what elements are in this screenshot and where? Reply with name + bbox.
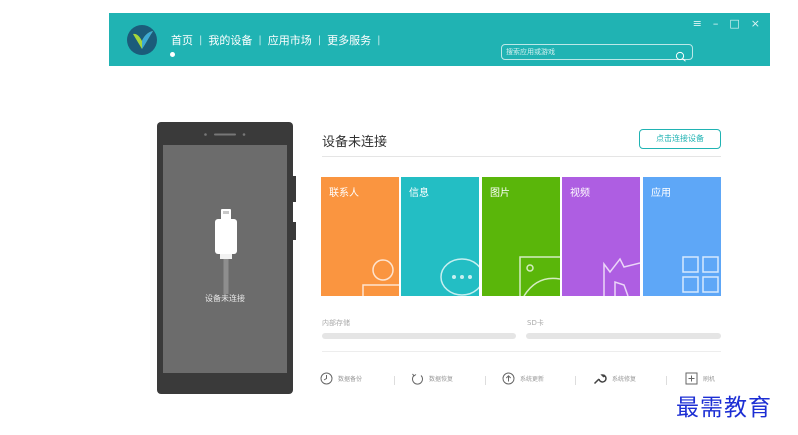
system-update-button[interactable]: 系统更新: [502, 372, 544, 385]
device-status-title: 设备未连接: [322, 135, 388, 150]
apps-grid-icon: [682, 256, 719, 293]
tool-separator: [575, 376, 576, 385]
tool-label: 数据恢复: [429, 376, 454, 383]
flash-icon: [685, 372, 698, 385]
tool-label: 刷机: [703, 376, 716, 383]
nav-home[interactable]: 首页: [165, 32, 199, 48]
maximize-icon[interactable]: □: [729, 18, 739, 30]
picture-icon: [519, 256, 560, 296]
tile-pictures[interactable]: 图片: [482, 177, 560, 296]
wrench-icon: [593, 374, 607, 385]
phone-side-button: [293, 222, 296, 240]
clock-icon: [320, 372, 333, 385]
divider: [322, 351, 721, 352]
flash-rom-button[interactable]: 刷机: [685, 372, 715, 385]
data-backup-button[interactable]: 数据备份: [320, 372, 362, 385]
data-restore-button[interactable]: 数据恢复: [411, 372, 453, 385]
update-icon: [502, 372, 515, 385]
phone-speaker-icon: [204, 133, 246, 136]
system-repair-button[interactable]: 系统修复: [593, 372, 636, 385]
search-box: [501, 44, 693, 62]
tile-videos[interactable]: 视频: [562, 177, 640, 296]
internal-storage-label: 内部存储: [322, 319, 350, 327]
sd-card-label: SD卡: [527, 319, 544, 327]
message-bubble-icon: [440, 258, 479, 296]
search-icon[interactable]: [675, 47, 687, 66]
top-bar: 首页 | 我的设备 | 应用市场 | 更多服务 | ≡ – □ ×: [109, 13, 770, 66]
search-input[interactable]: [506, 46, 666, 58]
main-nav: 首页 | 我的设备 | 应用市场 | 更多服务 |: [165, 32, 381, 48]
nav-more-services[interactable]: 更多服务: [321, 32, 377, 48]
watermark-text: 最需教育: [676, 395, 772, 421]
tile-apps[interactable]: 应用: [643, 177, 721, 296]
phone-side-button: [293, 176, 296, 202]
minimize-icon[interactable]: –: [713, 18, 719, 30]
nav-my-device[interactable]: 我的设备: [202, 32, 258, 48]
menu-icon[interactable]: ≡: [693, 18, 702, 30]
tool-separator: [485, 376, 486, 385]
window-controls: ≡ – □ ×: [693, 18, 760, 30]
nav-separator: |: [377, 34, 381, 46]
video-icon: [603, 257, 640, 296]
tile-messages[interactable]: 信息: [401, 177, 479, 296]
nav-app-market[interactable]: 应用市场: [262, 32, 318, 48]
connect-device-button[interactable]: 点击连接设备: [639, 129, 721, 149]
close-icon[interactable]: ×: [751, 18, 760, 30]
divider: [322, 156, 721, 157]
tile-contacts[interactable]: 联系人: [321, 177, 399, 296]
tool-label: 系统修复: [612, 376, 637, 383]
tool-label: 数据备份: [338, 376, 363, 383]
restore-icon: [412, 373, 423, 385]
tool-separator: [394, 376, 395, 385]
tool-label: 系统更新: [520, 376, 545, 383]
usb-cable-icon: [215, 209, 237, 294]
app-logo-icon[interactable]: [127, 25, 157, 55]
sd-card-bar: [526, 333, 721, 339]
active-tab-indicator: [170, 52, 175, 57]
tool-separator: [666, 376, 667, 385]
internal-storage-bar: [322, 333, 516, 339]
phone-status-text: 设备未连接: [205, 294, 245, 303]
contacts-icon: [362, 259, 399, 296]
